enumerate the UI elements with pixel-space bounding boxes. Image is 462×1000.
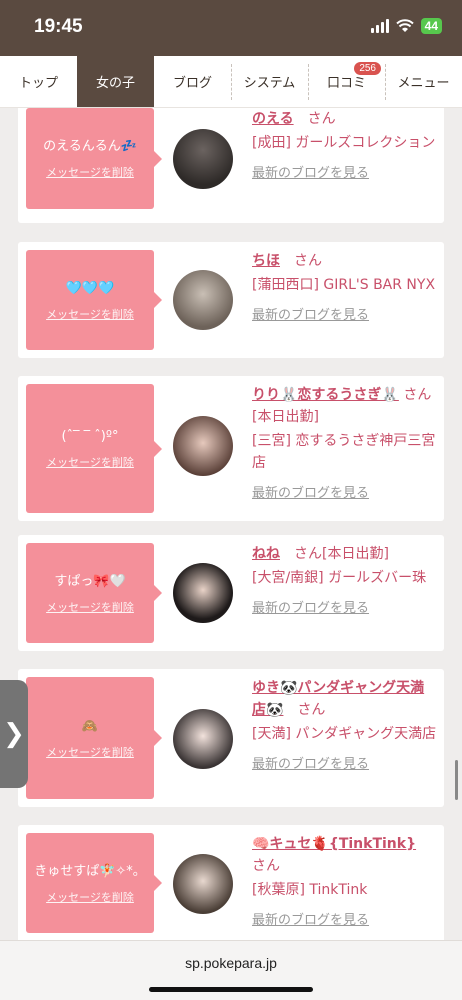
- message-text: (ˆ‾ ‾ ˆ)º°: [61, 429, 119, 444]
- name-line: ゆき🐼パンダギャング天満店🐼 さん: [252, 677, 438, 721]
- avatar[interactable]: [173, 709, 233, 769]
- avatar[interactable]: [173, 563, 233, 623]
- reviews-count-badge: 256: [354, 62, 381, 75]
- scrollbar[interactable]: [455, 760, 458, 800]
- girl-info: 🧠キュセ🫀{TinkTink} さん [秋葉原] TinkTink 最新のブログ…: [252, 833, 438, 928]
- shop-name: [蒲田西口] GIRL'S BAR NYX: [252, 277, 436, 293]
- girl-card: 🩵🩵🩵 メッセージを削除 ちほ さん [蒲田西口] GIRL'S BAR NYX…: [18, 242, 444, 358]
- tab-reviews[interactable]: 口コミ 256: [308, 56, 385, 107]
- girl-name-link[interactable]: 🧠キュセ🫀{TinkTink}: [252, 836, 416, 852]
- name-suffix: さん: [297, 702, 326, 718]
- delete-message-link[interactable]: メッセージを削除: [46, 744, 134, 760]
- tab-label: ブログ: [172, 76, 212, 91]
- girl-name-link[interactable]: ちほ: [252, 253, 280, 269]
- latest-blog-link[interactable]: 最新のブログを見る: [252, 753, 438, 772]
- name-line: のえる さん: [252, 108, 438, 130]
- name-suffix: さん[本日出勤]: [294, 546, 389, 562]
- name-suffix: さん: [307, 111, 336, 127]
- url-text: sp.pokepara.jp: [185, 955, 277, 971]
- message-bubble: すぱっ🎀🤍 メッセージを削除: [26, 543, 162, 643]
- girl-info: ちほ さん [蒲田西口] GIRL'S BAR NYX 最新のブログを見る: [252, 250, 438, 323]
- battery-icon: 44: [420, 18, 442, 34]
- name-line: ねね さん[本日出勤]: [252, 543, 438, 565]
- tab-girls[interactable]: 女の子: [77, 56, 154, 107]
- message-bubble: のえるんるん💤 メッセージを削除: [26, 108, 162, 209]
- message-bubble: (ˆ‾ ‾ ˆ)º° メッセージを削除: [26, 384, 162, 513]
- status-time: 19:45: [34, 16, 83, 37]
- shop-name: [秋葉原] TinkTink: [252, 882, 368, 898]
- girl-info: りり🐰恋するうさぎ🐰 さん[本日出勤] [三宮] 恋するうさぎ神戸三宮店 最新の…: [252, 384, 438, 501]
- girl-card: 🙈 メッセージを削除 ゆき🐼パンダギャング天満店🐼 さん [天満] パンダギャン…: [18, 669, 444, 807]
- message-bubble: きゅせすぱ🧚🏻✧*。 メッセージを削除: [26, 833, 162, 933]
- name-line: りり🐰恋するうさぎ🐰 さん[本日出勤]: [252, 384, 438, 428]
- browser-url-bar[interactable]: sp.pokepara.jp: [0, 940, 462, 1000]
- message-bubble: 🙈 メッセージを削除: [26, 677, 162, 799]
- shop-name: [天満] パンダギャング天満店: [252, 726, 437, 742]
- girl-name-link[interactable]: ねね: [252, 546, 280, 562]
- avatar[interactable]: [173, 270, 233, 330]
- delete-message-link[interactable]: メッセージを削除: [46, 889, 134, 905]
- girl-info: ゆき🐼パンダギャング天満店🐼 さん [天満] パンダギャング天満店 最新のブログ…: [252, 677, 438, 772]
- message-text: きゅせすぱ🧚🏻✧*。: [34, 863, 146, 879]
- tab-top[interactable]: トップ: [0, 56, 77, 107]
- girl-card: すぱっ🎀🤍 メッセージを削除 ねね さん[本日出勤] [大宮/南銀] ガールズバ…: [18, 535, 444, 651]
- name-suffix: さん: [252, 858, 280, 874]
- girl-name-link[interactable]: りり🐰恋するうさぎ🐰: [252, 387, 399, 403]
- status-bar: 19:45 44: [0, 0, 462, 56]
- status-icons: 44: [370, 18, 442, 34]
- delete-message-link[interactable]: メッセージを削除: [46, 454, 134, 470]
- message-text: すぱっ🎀🤍: [54, 573, 126, 589]
- avatar[interactable]: [173, 416, 233, 476]
- tab-label: トップ: [18, 76, 58, 91]
- latest-blog-link[interactable]: 最新のブログを見る: [252, 304, 438, 323]
- message-bubble: 🩵🩵🩵 メッセージを削除: [26, 250, 162, 350]
- shop-name: [成田] ガールズコレクション: [252, 135, 436, 151]
- girl-info: ねね さん[本日出勤] [大宮/南銀] ガールズバー珠 最新のブログを見る: [252, 543, 438, 616]
- main-nav: トップ 女の子 ブログ システム 口コミ 256 メニュー: [0, 56, 462, 108]
- latest-blog-link[interactable]: 最新のブログを見る: [252, 482, 438, 501]
- latest-blog-link[interactable]: 最新のブログを見る: [252, 597, 438, 616]
- name-line: ちほ さん: [252, 250, 438, 272]
- delete-message-link[interactable]: メッセージを削除: [46, 306, 134, 322]
- shop-name: [大宮/南銀] ガールズバー珠: [252, 570, 427, 586]
- girl-card: (ˆ‾ ‾ ˆ)º° メッセージを削除 りり🐰恋するうさぎ🐰 さん[本日出勤] …: [18, 376, 444, 521]
- message-text: のえるんるん💤: [43, 139, 137, 154]
- chevron-right-icon: ❯: [3, 719, 25, 749]
- girl-card: のえるんるん💤 メッセージを削除 のえる さん [成田] ガールズコレクション …: [18, 108, 444, 223]
- latest-blog-link[interactable]: 最新のブログを見る: [252, 909, 438, 928]
- avatar[interactable]: [173, 854, 233, 914]
- girl-info: のえる さん [成田] ガールズコレクション 最新のブログを見る: [252, 108, 438, 181]
- tab-blog[interactable]: ブログ: [154, 56, 231, 107]
- tab-label: メニュー: [397, 76, 450, 91]
- avatar[interactable]: [173, 129, 233, 189]
- cellular-signal-icon: [370, 19, 389, 33]
- home-indicator[interactable]: [149, 987, 313, 992]
- name-line: 🧠キュセ🫀{TinkTink} さん: [252, 833, 438, 877]
- tab-menu[interactable]: メニュー: [385, 56, 462, 107]
- delete-message-link[interactable]: メッセージを削除: [46, 164, 134, 180]
- latest-blog-link[interactable]: 最新のブログを見る: [252, 162, 438, 181]
- girl-name-link[interactable]: のえる: [252, 111, 294, 127]
- name-suffix: さん: [294, 253, 322, 269]
- tab-label: 女の子: [95, 76, 135, 91]
- message-text: 🩵🩵🩵: [65, 280, 115, 296]
- girls-list: のえるんるん💤 メッセージを削除 のえる さん [成田] ガールズコレクション …: [0, 108, 462, 940]
- message-text: 🙈: [81, 718, 99, 734]
- delete-message-link[interactable]: メッセージを削除: [46, 599, 134, 615]
- tab-label: システム: [243, 76, 296, 91]
- side-drawer-handle[interactable]: ❯: [0, 680, 28, 788]
- wifi-icon: [395, 19, 414, 32]
- shop-name: [三宮] 恋するうさぎ神戸三宮店: [252, 433, 436, 471]
- girl-card: きゅせすぱ🧚🏻✧*。 メッセージを削除 🧠キュセ🫀{TinkTink} さん […: [18, 825, 444, 940]
- tab-system[interactable]: システム: [231, 56, 308, 107]
- girl-name-link[interactable]: ゆき🐼パンダギャング天満店🐼: [252, 680, 424, 718]
